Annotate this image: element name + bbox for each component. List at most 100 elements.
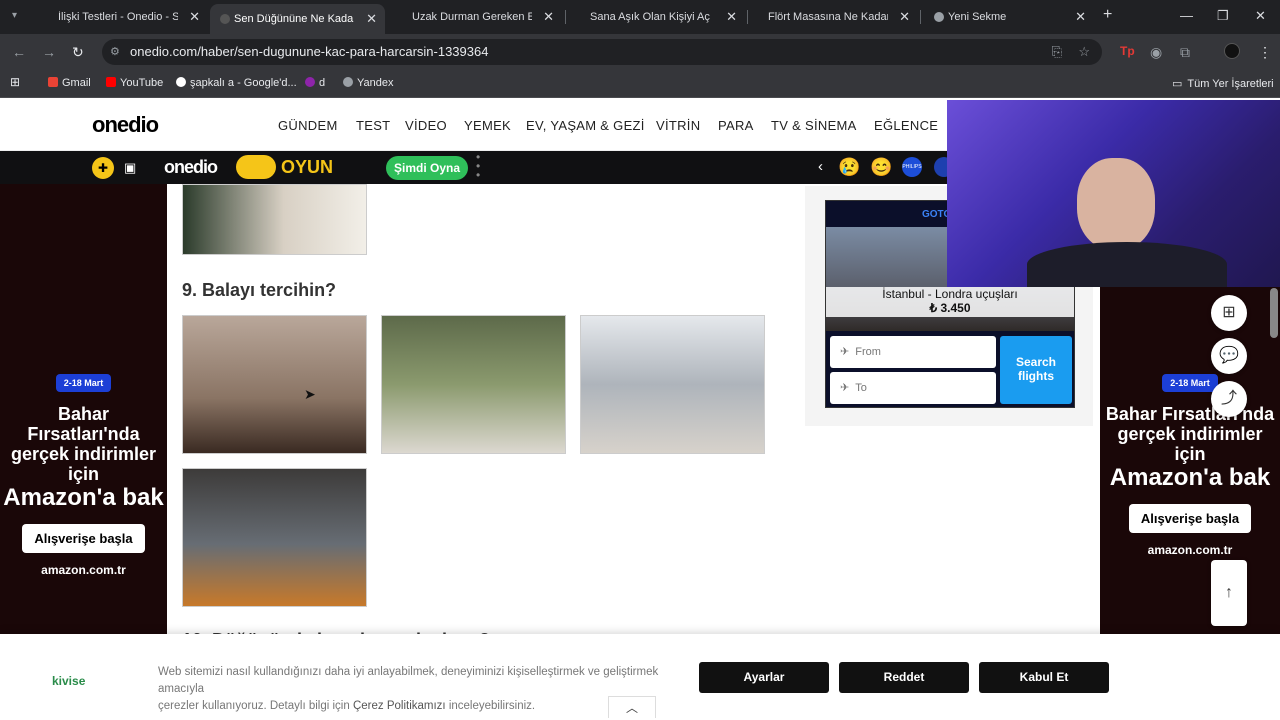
ad-cta-button[interactable]: Alışverişe başla <box>22 524 145 553</box>
amazon-logo: amazon.com.tr <box>1147 543 1233 557</box>
bookmark-yandex[interactable]: Yandex <box>343 77 394 89</box>
window-close-icon[interactable]: ✕ <box>1255 8 1266 24</box>
close-icon[interactable]: ✕ <box>543 9 554 25</box>
scroll-top-button[interactable]: ↑ <box>1211 560 1247 626</box>
bookmark-label: Gmail <box>62 77 91 89</box>
chrome-icon <box>934 12 944 22</box>
tab-separator <box>747 10 748 24</box>
extension-icon[interactable]: ◉ <box>1150 44 1162 61</box>
close-icon[interactable]: ✕ <box>726 9 737 25</box>
nav-para[interactable]: PARA <box>718 118 754 133</box>
new-tab-icon[interactable]: + <box>1103 6 1112 24</box>
nav-yemek[interactable]: YEMEK <box>464 118 511 133</box>
close-icon[interactable]: ✕ <box>189 9 200 25</box>
tab-2[interactable]: Sen Düğününe Ne Kadar P ✕ <box>210 4 385 34</box>
extensions-puzzle-icon[interactable]: ⧉ <box>1180 44 1190 61</box>
tab-6[interactable]: Yeni Sekme ✕ <box>924 4 1094 30</box>
collapse-chevron-icon[interactable]: ︿ <box>608 696 656 718</box>
cookie-policy-link[interactable]: Çerez Politikamızı <box>353 700 446 712</box>
reject-button[interactable]: Reddet <box>839 662 969 693</box>
close-icon[interactable]: ✕ <box>899 9 910 25</box>
route-text: İstanbul - Londra uçuşları <box>882 287 1018 301</box>
search-flights-button[interactable]: Search flights <box>1000 336 1072 404</box>
extension-tp-icon[interactable]: Tp <box>1120 44 1135 58</box>
settings-button[interactable]: Ayarlar <box>699 662 829 693</box>
bookmark-star-icon[interactable]: ☆ <box>1078 39 1090 65</box>
brand-philips-icon[interactable]: PHILIPS <box>902 157 922 177</box>
sad-emoji-icon[interactable]: 😢 <box>838 157 860 178</box>
chevron-left-icon[interactable]: ‹ <box>818 158 823 175</box>
forward-icon[interactable]: → <box>42 44 56 60</box>
all-bookmarks[interactable]: ▭ Tüm Yer İşaretleri <box>1172 77 1274 90</box>
answer-image-prev[interactable] <box>182 184 367 255</box>
bookmark-label: Tüm Yer İşaretleri <box>1187 78 1274 90</box>
address-toolbar: ← → ↻ ⚙ onedio.com/haber/sen-dugunune-ka… <box>0 34 1280 70</box>
apps-grid-icon[interactable]: ⊞ <box>10 75 20 89</box>
close-icon[interactable]: ✕ <box>366 11 377 27</box>
tab-3[interactable]: Uzak Durman Gereken Erk ✕ <box>402 4 562 30</box>
game-controller-icon: ✚ <box>92 157 114 179</box>
ad-text: Bahar Fırsatları'nda gerçek indirimler iç… <box>1100 404 1280 492</box>
bookmark-youtube[interactable]: YouTube <box>106 77 163 89</box>
nav-gundem[interactable]: GÜNDEM <box>278 118 338 133</box>
minimize-icon[interactable]: — <box>1180 8 1193 23</box>
page-scrollbar[interactable] <box>1270 288 1278 338</box>
url-bar[interactable]: ⚙ onedio.com/haber/sen-dugunune-kac-para… <box>102 39 1102 65</box>
google-icon <box>176 77 186 87</box>
reload-icon[interactable]: ↻ <box>72 44 84 61</box>
ad-line2: gerçek indirimler için <box>1117 424 1263 464</box>
bookmark-favicon-icon <box>305 77 315 87</box>
question-title: 9. Balayı tercihin? <box>182 280 337 300</box>
site-info-icon[interactable]: ⚙ <box>110 39 120 65</box>
bookmark-d[interactable]: d <box>305 77 325 89</box>
more-icon[interactable]: • • • <box>476 151 480 181</box>
install-icon[interactable]: ⎘ <box>1052 39 1062 65</box>
tab-5[interactable]: Flört Masasına Ne Kadar G ✕ <box>758 4 918 30</box>
play-now-button[interactable]: Şimdi Oyna <box>386 156 468 180</box>
cookie-text-line1: Web sitemizi nasıl kullandığınızı daha i… <box>158 666 659 695</box>
bookmarks-bar: ⊞ Gmail YouTube şapkalı a - Google'd... … <box>0 70 1280 98</box>
nav-ev-yasam-gezi[interactable]: EV, YAŞAM & GEZİ <box>526 118 645 133</box>
youtube-icon <box>106 77 116 87</box>
nav-eglence[interactable]: EĞLENCE <box>874 118 938 133</box>
tab-search-icon[interactable]: ▾ <box>12 10 17 21</box>
nav-vitrin[interactable]: VİTRİN <box>656 118 700 133</box>
from-input[interactable]: ✈ From <box>830 336 996 368</box>
tab-separator <box>565 10 566 24</box>
to-input[interactable]: ✈ To <box>830 372 996 404</box>
tab-4[interactable]: Sana Aşık Olan Kişiyi Açıkla ✕ <box>580 4 745 30</box>
ad-line2: gerçek indirimler için <box>10 444 157 484</box>
answer-image-snow[interactable] <box>580 315 765 454</box>
mouse-cursor-icon: ➤ <box>304 386 316 402</box>
webcam-overlay <box>947 100 1280 287</box>
nav-test[interactable]: TEST <box>356 118 390 133</box>
back-icon[interactable]: ← <box>12 44 26 60</box>
bookmark-gmail[interactable]: Gmail <box>48 77 91 89</box>
nav-tv-sinema[interactable]: TV & SİNEMA <box>771 118 857 133</box>
share-button[interactable]: ⤴ <box>1211 381 1247 417</box>
bookmark-label: d <box>319 77 326 89</box>
answer-image-camping[interactable] <box>182 468 367 607</box>
menu-icon[interactable]: ⋮ <box>1258 44 1272 61</box>
departure-icon: ✈ <box>840 346 850 358</box>
close-icon[interactable]: ✕ <box>1075 9 1086 25</box>
save-button[interactable]: ⊞ <box>1211 295 1247 331</box>
cookie-text-3: inceleyebilirsiniz. <box>448 700 536 712</box>
nav-video[interactable]: VİDEO <box>405 118 447 133</box>
bookmark-google[interactable]: şapkalı a - Google'd... <box>176 77 297 89</box>
comments-button[interactable]: 💬 <box>1211 338 1247 374</box>
cookie-logo-text: kivise <box>52 674 86 688</box>
cookie-logo: kivise <box>52 674 85 688</box>
tab-1[interactable]: İlişki Testleri - Onedio - Sa ✕ <box>48 4 208 30</box>
left-ad-banner[interactable]: 2-18 Mart Bahar Fırsatları'nda gerçek ind… <box>0 184 167 634</box>
answer-image-jungle[interactable] <box>381 315 566 454</box>
browser-tab-bar: ▾ İlişki Testleri - Onedio - Sa ✕ Sen Düğ… <box>0 0 1280 34</box>
answer-image-paris[interactable] <box>182 315 367 454</box>
ad-cta-button[interactable]: Alışverişe başla <box>1128 504 1252 533</box>
onedio-logo[interactable]: onedio <box>92 112 159 138</box>
smile-emoji-icon[interactable]: 😊 <box>870 157 892 178</box>
accept-button[interactable]: Kabul Et <box>979 662 1109 693</box>
from-placeholder: From <box>855 346 881 358</box>
maximize-icon[interactable]: ❐ <box>1217 8 1229 24</box>
profile-avatar-icon[interactable] <box>1224 43 1240 59</box>
